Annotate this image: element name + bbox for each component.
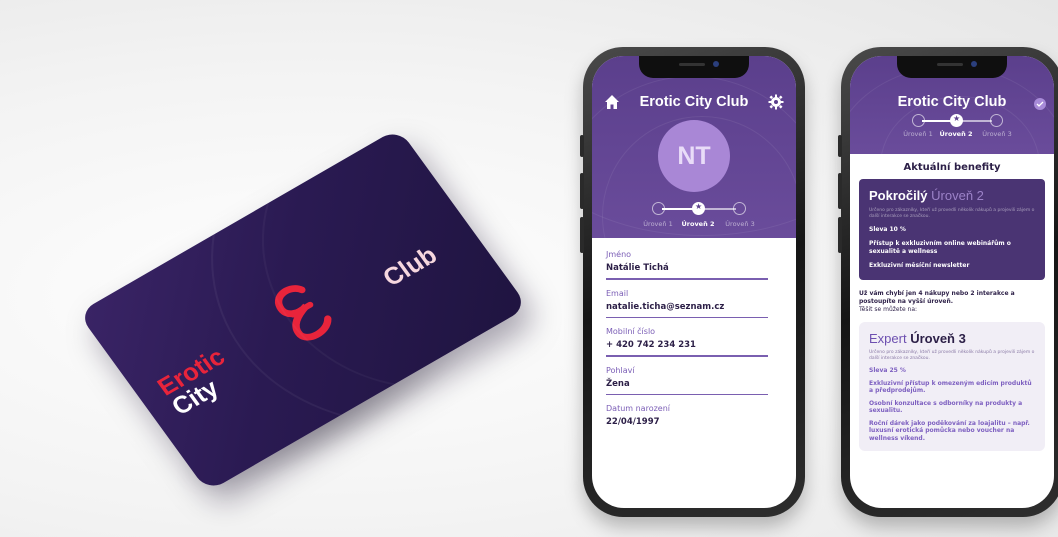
- level-dot-1[interactable]: [652, 202, 665, 215]
- benefit-item: Roční dárek jako poděkování za loajalitu…: [869, 419, 1030, 442]
- level-label-1: Úroveň 1: [903, 130, 933, 138]
- benefits-topbar: Erotic City Club: [850, 94, 1054, 110]
- app-title: Erotic City Club: [639, 94, 749, 110]
- phone-notch: [897, 56, 1007, 78]
- stepper-line: [962, 120, 992, 122]
- level-stepper: Úroveň 1 Úroveň 2 Úroveň 3: [850, 112, 1054, 146]
- ec-monogram-icon: [274, 285, 332, 341]
- tier-name: Expert: [869, 331, 907, 346]
- field-value: 22/04/1997: [606, 417, 660, 427]
- phone-volume-up: [580, 173, 584, 209]
- next-tier-card: Expert Úroveň 3 Určeno pro zákazníky, kt…: [859, 322, 1045, 451]
- field-underline: [606, 393, 768, 395]
- gear-icon[interactable]: [768, 94, 784, 110]
- stepper-line: [662, 208, 694, 210]
- progress-text: Už vám chybí jen 4 nákupy nebo 2 interak…: [859, 290, 1015, 305]
- field-label: Jméno: [606, 250, 632, 259]
- benefit-item: Sleva 25 %: [869, 367, 906, 374]
- phone-profile: Erotic City Club NT ★ Úroveň 1 Úroveň 2 …: [580, 47, 805, 517]
- benefit-item: Exkluzivní měsíční newsletter: [869, 262, 970, 269]
- current-tier-card: Pokročilý Úroveň 2 Určeno pro zákazníky,…: [859, 179, 1045, 280]
- level-dot-1[interactable]: [912, 114, 925, 127]
- profile-fields: Jméno Natálie Tichá Email natalie.ticha@…: [592, 238, 796, 427]
- benefit-item: Osobní konzultace s odborníky na produkt…: [869, 399, 1023, 415]
- progress-message: Už vám chybí jen 4 nákupy nebo 2 interak…: [859, 290, 1045, 314]
- check-icon[interactable]: [1034, 98, 1046, 110]
- level-label-3: Úroveň 3: [982, 130, 1012, 138]
- field-label: Pohlaví: [606, 365, 635, 375]
- level-dot-3[interactable]: [990, 114, 1003, 127]
- tier-level: Úroveň 2: [931, 188, 984, 203]
- field-value: + 420 742 234 231: [606, 340, 696, 350]
- level-dot-2[interactable]: [692, 202, 705, 215]
- email-field[interactable]: Email natalie.ticha@seznam.cz: [606, 288, 782, 318]
- tier-level: Úroveň 3: [910, 331, 966, 346]
- level-stepper: Úroveň 1 Úroveň 2 Úroveň 3: [592, 200, 796, 234]
- phone-volume-up: [838, 173, 842, 209]
- app-title: Erotic City Club: [897, 94, 1007, 110]
- level-dot-2[interactable]: [950, 114, 963, 127]
- tier-name: Pokročilý: [869, 188, 928, 203]
- stepper-line: [704, 208, 736, 210]
- phone-benefits: Erotic City Club Úroveň 1 Úroveň 2 Úrove…: [838, 47, 1058, 517]
- benefits-heading: Aktuální benefity: [903, 162, 1001, 173]
- level-dot-3[interactable]: [733, 202, 746, 215]
- benefit-item: Exkluzivní přístup k omezeným edicím pro…: [869, 379, 1032, 395]
- gender-field[interactable]: Pohlaví Žena: [606, 365, 782, 395]
- card-club-label: Club: [377, 241, 443, 292]
- name-field[interactable]: Jméno Natálie Tichá: [606, 250, 782, 280]
- field-underline: [606, 316, 768, 318]
- current-tier-title: Pokročilý Úroveň 2: [869, 188, 1035, 203]
- phone-field[interactable]: Mobilní číslo + 420 742 234 231: [606, 327, 782, 357]
- next-tier-title: Expert Úroveň 3: [869, 331, 1035, 346]
- phone-volume-down: [838, 217, 842, 253]
- home-icon[interactable]: [604, 94, 620, 110]
- field-underline: [606, 278, 768, 280]
- field-label: Datum narození: [606, 404, 670, 413]
- field-label: Email: [606, 288, 629, 298]
- benefits-screen: Erotic City Club Úroveň 1 Úroveň 2 Úrove…: [850, 56, 1054, 508]
- birthdate-field[interactable]: Datum narození 22/04/1997: [606, 404, 782, 427]
- benefit-item: Sleva 10 %: [869, 226, 906, 233]
- profile-header: Erotic City Club NT ★ Úroveň 1 Úroveň 2 …: [592, 56, 796, 238]
- progress-subtext: Těšit se můžete na:: [859, 306, 918, 313]
- avatar[interactable]: NT: [658, 120, 730, 192]
- benefit-item: Přístup k exkluzivním online webinářům o…: [869, 240, 1011, 255]
- field-value: Žena: [606, 378, 630, 389]
- level-label-2: Úroveň 2: [939, 130, 973, 138]
- product-mockup-scene: Erotic City Club Erotic City Club NT ★ Ú…: [0, 0, 1058, 537]
- profile-screen: Erotic City Club NT ★ Úroveň 1 Úroveň 2 …: [592, 56, 796, 508]
- phone-side-button: [580, 135, 584, 157]
- field-underline: [606, 355, 768, 357]
- stepper-line: [922, 120, 952, 122]
- field-value: natalie.ticha@seznam.cz: [606, 301, 725, 312]
- tier-description: Určeno pro zákazníky, kteří už provedli …: [869, 208, 1035, 219]
- profile-topbar: Erotic City Club: [592, 94, 796, 110]
- level-label-3: Úroveň 3: [725, 220, 755, 228]
- level-label-2: Úroveň 2: [681, 220, 715, 228]
- field-value: Natálie Tichá: [606, 263, 669, 273]
- phone-side-button: [838, 135, 842, 157]
- phone-volume-down: [580, 217, 584, 253]
- level-label-1: Úroveň 1: [643, 220, 673, 228]
- tier-description: Určeno pro zákazníky, kteří už provedli …: [869, 350, 1035, 361]
- field-label: Mobilní číslo: [606, 327, 656, 336]
- phone-notch: [639, 56, 749, 78]
